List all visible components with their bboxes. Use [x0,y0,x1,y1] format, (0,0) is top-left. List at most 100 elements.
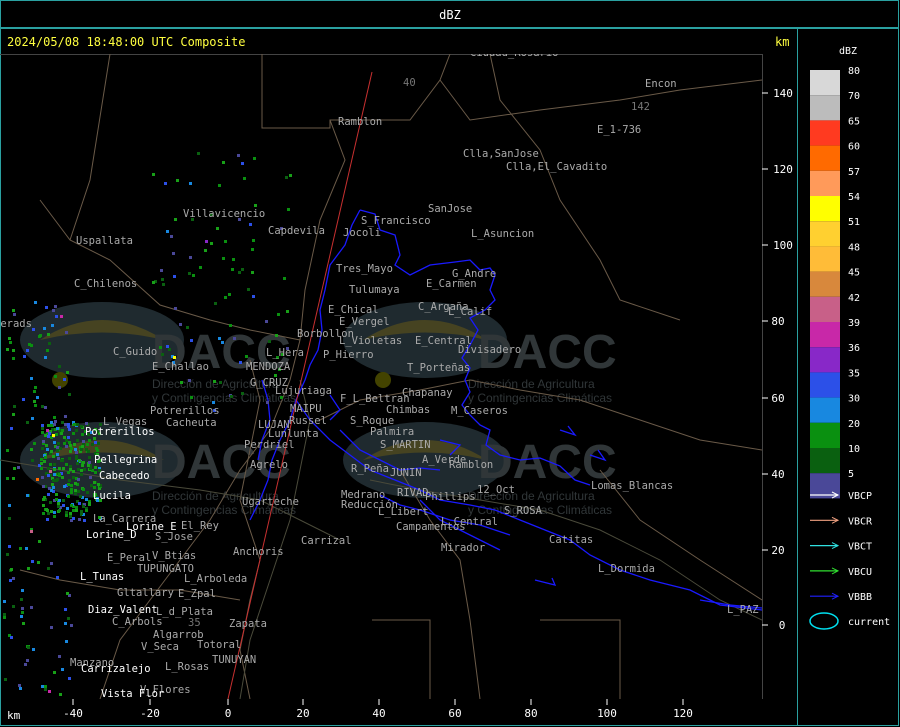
echo-pixel [42,504,45,507]
legend-line-label: VBCU [848,567,872,578]
echo-pixel [69,444,72,447]
echo-pixel [285,176,288,179]
echo-pixel [57,502,60,505]
echo-pixel [85,498,88,501]
legend-swatch [810,145,840,171]
y-tick-label: 60 [771,392,784,405]
echo-pixel [6,477,9,480]
echo-pixel [254,204,257,207]
place-label: T_Porteñas [407,362,470,374]
echo-pixel [30,377,33,380]
echo-pixel [241,268,244,271]
place-label: Tres_Mayo [336,263,393,275]
legend-swatch [810,347,840,373]
echo-pixel [34,404,37,407]
echo-pixel [204,249,207,252]
place-label-highlight: Potrerillos [85,426,155,438]
echo-pixel [64,608,67,611]
echo-pixel [72,476,75,479]
echo-pixel [33,390,36,393]
echo-pixel [45,306,48,309]
echo-pixel [88,456,91,459]
legend-bin-label: 5 [848,469,854,480]
echo-pixel [89,476,92,479]
echo-pixel [52,479,55,482]
echo-pixel [85,509,88,512]
echo-pixel [46,429,49,432]
echo-pixel [241,162,244,165]
echo-pixel [82,488,85,491]
legend-swatch [810,322,840,348]
echo-pixel [82,505,85,508]
echo-pixel [64,415,67,418]
place-label-highlight: L_Tunas [80,571,124,583]
echo-pixel [13,405,16,408]
echo-pixel [76,423,79,426]
place-label: V_Seca [141,641,179,653]
echo-pixel [42,485,45,488]
echo-pixel [45,508,48,511]
echo-pixel [69,515,72,518]
place-label-highlight: Diaz_Valent [88,604,158,616]
echo-pixel [72,517,75,520]
echo-pixel [50,562,53,565]
echo-pixel [52,434,55,437]
echo-pixel [44,356,47,359]
place-label: Ramblon [338,116,382,128]
echo-pixel [42,440,45,443]
echo-pixel [8,504,11,507]
echo-pixel [91,443,94,446]
echo-pixel [57,505,60,508]
echo-pixel [25,547,28,550]
echo-pixel [94,466,97,469]
echo-pixel [87,464,90,467]
echo-pixel [8,337,11,340]
place-label: Campamentos [396,521,466,533]
echo-pixel [70,624,73,627]
y-tick-label: 40 [771,468,784,481]
legend-swatch [810,271,840,297]
echo-pixel [21,611,24,614]
echo-pixel [229,324,232,327]
place-label: S_Francisco [361,215,431,227]
echo-pixel [287,208,290,211]
echo-pixel [43,327,46,330]
echo-pixel [59,693,62,696]
place-label: 142 [631,101,650,113]
echo-pixel [50,626,53,629]
place-label: R_Peña [351,463,389,475]
echo-pixel [190,396,193,399]
echo-pixel [9,579,12,582]
echo-pixel [18,684,21,687]
echo-pixel [266,401,269,404]
place-label: Divisadero [458,344,521,356]
echo-pixel [70,488,73,491]
echo-pixel [222,161,225,164]
echo-pixel [50,489,53,492]
echo-pixel [69,468,72,471]
echo-pixel [70,491,73,494]
echo-pixel [66,592,69,595]
legend-swatch [810,246,840,272]
place-label-highlight: Carrizalejo [81,663,151,675]
echo-pixel [97,483,100,486]
place-label: L_Violetas [339,335,402,347]
echo-pixel [8,517,11,520]
echo-pixel [247,288,250,291]
echo-pixel [3,600,6,603]
place-label: C_Chilenos [74,278,137,290]
place-label: Phillips [425,491,476,503]
legend-swatch [810,296,840,322]
place-label: Anchoris [233,546,284,558]
echo-pixel [190,339,193,342]
place-label: M_Caseros [451,405,508,417]
place-label: Clla,SanJose [463,148,539,160]
place-label: V_Btias [152,550,196,562]
echo-pixel [32,648,35,651]
echo-pixel [52,309,55,312]
echo-pixel [37,561,40,564]
legend-bin-label: 39 [848,318,860,329]
echo-pixel [213,380,216,383]
legend-bin-label: 36 [848,343,860,354]
echo-pixel [80,425,83,428]
